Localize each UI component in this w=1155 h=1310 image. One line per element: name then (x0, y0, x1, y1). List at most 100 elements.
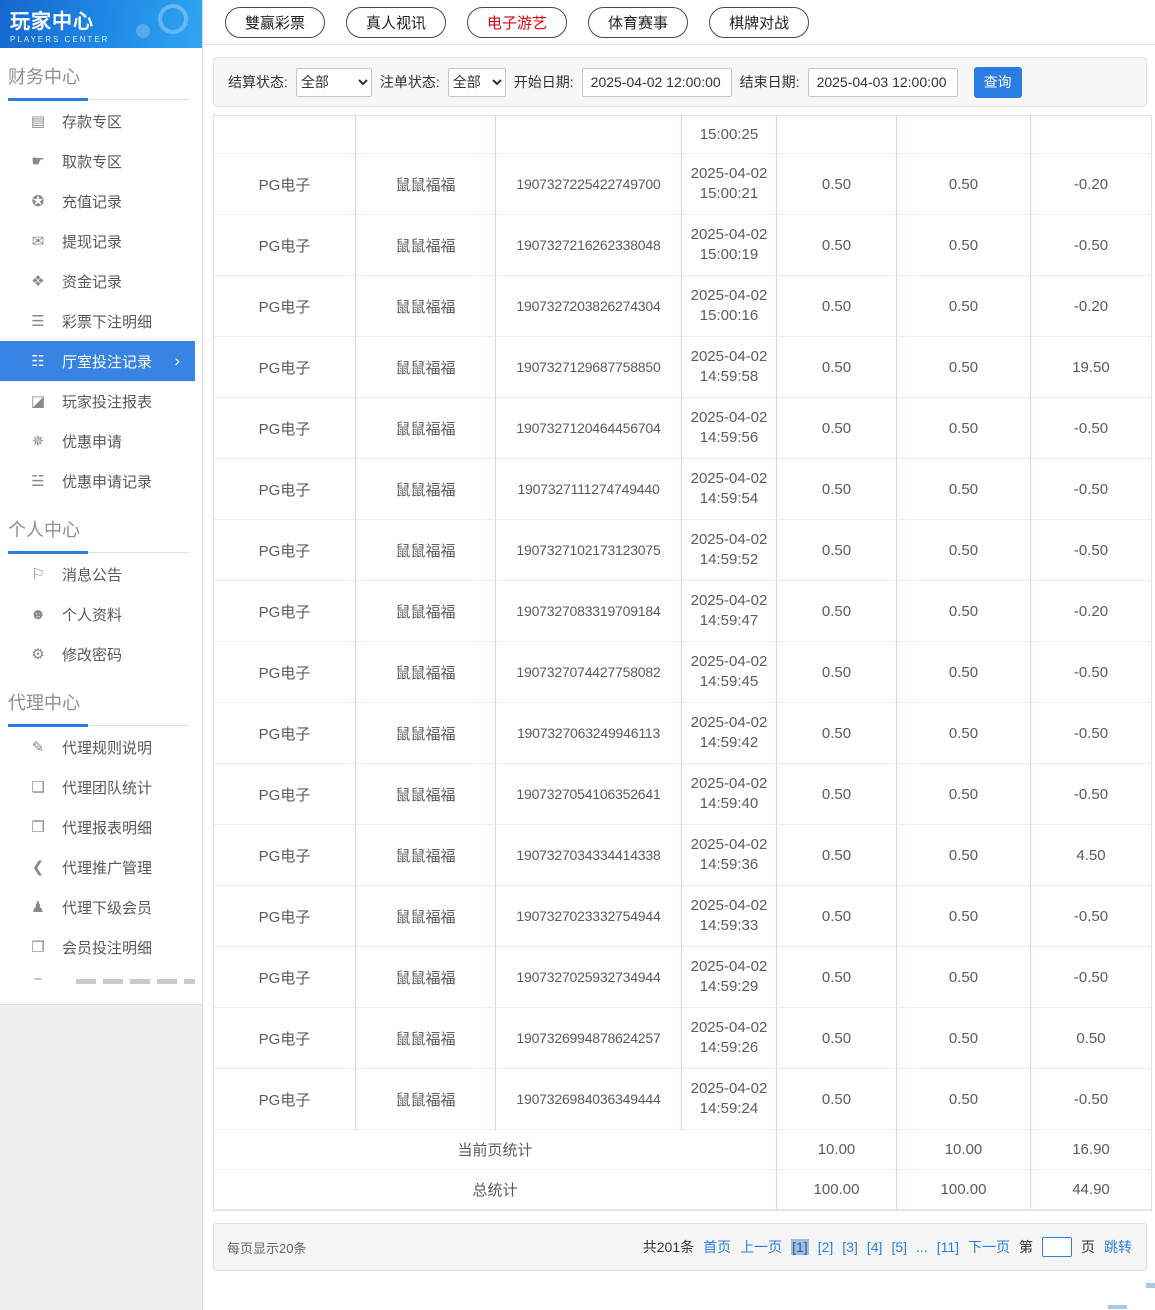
section-underline (8, 724, 192, 727)
logo-banner: 玩家中心 PLAYERS CENTER (0, 0, 202, 48)
logo-subtitle: PLAYERS CENTER (10, 35, 202, 44)
sidebar-item-row[interactable]: ☷ 厅室投注记录 › (0, 341, 195, 381)
jump-page-input[interactable] (1042, 1237, 1072, 1257)
withdraw-hand-icon: ☛ (28, 152, 48, 170)
time-text: 14:59:26 (700, 1038, 758, 1058)
clipboard-icon: ❒ (28, 938, 48, 956)
settle-status-select[interactable]: 全部 (296, 68, 372, 97)
sidebar-menu: 财务中心 财务中心 存款专区 (0, 48, 202, 1005)
sidebar-item-row[interactable]: ❒ 会员投注明细 (0, 927, 195, 967)
time-cell: 2025-04-02 14:59:40 (682, 764, 777, 825)
sidebar-item-row[interactable]: ⚙ 修改密码 (0, 634, 195, 674)
bet-amount-cell: 0.50 (777, 947, 897, 1008)
sidebar-item-label: 修改密码 (62, 644, 122, 665)
sidebar-item-label: 充值记录 (62, 191, 122, 212)
sidebar-item-row[interactable]: ✉ 提现记录 (0, 221, 195, 261)
tab-shuangying-lottery[interactable]: 雙赢彩票 (225, 7, 325, 38)
sidebar-item-row[interactable]: ❮ 代理推广管理 (0, 847, 195, 887)
date-text: 2025-04-02 (691, 652, 768, 672)
order-no-cell: 1907327025932734944 (496, 947, 682, 1008)
winloss-cell: -0.50 (1031, 947, 1151, 1008)
floating-widget-fragment (1108, 1305, 1127, 1309)
page-11-link[interactable]: [11] (937, 1239, 959, 1255)
sidebar-item-row[interactable]: ♟ 代理下级会员 (0, 887, 195, 927)
game-cell: 鼠鼠福福 (356, 1069, 496, 1130)
order-no-cell: 1907327074427758082 (496, 642, 682, 703)
valid-amount-cell: 0.50 (897, 947, 1031, 1008)
valid-amount-cell: 0.50 (897, 642, 1031, 703)
sidebar-item-row[interactable]: ❏ 代理团队统计 (0, 767, 195, 807)
valid-amount-cell: 0.50 (897, 520, 1031, 581)
sidebar-item-agent-promotion: 代理推广管理 ❮ 代理推广管理 (0, 847, 202, 887)
tab-live-video[interactable]: 真人视讯 (346, 7, 446, 38)
section-underline (8, 551, 192, 554)
page-1-link[interactable]: [1] (791, 1239, 809, 1255)
game-cell: 鼠鼠福福 (356, 947, 496, 1008)
platform-cell: PG电子 (214, 520, 356, 581)
sidebar-item-row[interactable]: ▤ 存款专区 (0, 101, 195, 141)
game-cell: 鼠鼠福福 (356, 398, 496, 459)
gamepad-decoration-icon (158, 4, 188, 34)
sidebar-item-label: 代理报表明细 (62, 817, 152, 838)
valid-amount-cell: 0.50 (897, 215, 1031, 276)
pagination-controls: 共201条 首页 上一页 [1] [2] [3] [4] [5] ... (643, 1237, 1132, 1257)
page-next-link[interactable]: 下一页 (968, 1237, 1010, 1257)
page-4-link[interactable]: [4] (867, 1239, 883, 1255)
sidebar-item-row[interactable]: ✵ 优惠申请 (0, 421, 195, 461)
game-cell: 鼠鼠福福 (356, 642, 496, 703)
time-text: 14:59:36 (700, 855, 758, 875)
valid-amount-cell (897, 116, 1031, 154)
settle-status-label: 结算状态: (228, 72, 288, 92)
tab-electronic-games[interactable]: 电子游艺 (467, 7, 567, 38)
platform-cell: PG电子 (214, 947, 356, 1008)
summary-label-cell: 总统计 (214, 1170, 777, 1210)
date-text: 2025-04-02 (691, 286, 768, 306)
start-date-input[interactable] (582, 68, 732, 97)
summary-winloss-cell: 16.90 (1031, 1130, 1151, 1170)
sidebar-item-withdrawal-record: 提现记录 ✉ 提现记录 (0, 221, 202, 261)
page-5-link[interactable]: [5] (891, 1239, 907, 1255)
sidebar-item-row[interactable]: ☛ 取款专区 (0, 141, 195, 181)
bet-amount-cell: 0.50 (777, 1008, 897, 1069)
page-prev-link[interactable]: 上一页 (740, 1237, 782, 1257)
summary-valid-cell: 10.00 (897, 1130, 1031, 1170)
sidebar-item-row[interactable]: ▬ (0, 967, 195, 997)
sidebar-item-deposit: 存款专区 ▤ 存款专区 (0, 101, 202, 141)
game-cell: 鼠鼠福福 (356, 764, 496, 825)
section-title: 个人中心 (8, 516, 192, 542)
tab-chess-cards[interactable]: 棋牌对战 (709, 7, 809, 38)
time-text: 14:59:58 (700, 367, 758, 387)
deposit-card-icon: ▤ (28, 112, 48, 130)
sidebar-item-row[interactable]: ❐ 代理报表明细 (0, 807, 195, 847)
platform-cell: PG电子 (214, 886, 356, 947)
sidebar-item-label: 取款专区 (62, 151, 122, 172)
sidebar-item-row[interactable]: ✪ 充值记录 (0, 181, 195, 221)
time-text: 14:59:42 (700, 733, 758, 753)
order-no-cell: 1907326984036349444 (496, 1069, 682, 1130)
platform-cell: PG电子 (214, 642, 356, 703)
coin-icon: ❖ (28, 272, 48, 290)
page-2-link[interactable]: [2] (818, 1239, 834, 1255)
time-text: 15:00:21 (700, 184, 758, 204)
query-button[interactable]: 查询 (974, 67, 1022, 98)
page-first-link[interactable]: 首页 (703, 1237, 731, 1257)
order-status-select[interactable]: 全部 (448, 68, 506, 97)
sidebar-item-row[interactable]: ☱ 优惠申请记录 (0, 461, 195, 501)
jump-go-link[interactable]: 跳转 (1104, 1237, 1132, 1257)
tab-sports[interactable]: 体育赛事 (588, 7, 688, 38)
time-cell: 2025-04-02 14:59:45 (682, 642, 777, 703)
page-ellipsis[interactable]: ... (916, 1239, 928, 1255)
sidebar-item-row[interactable]: ⚐ 消息公告 (0, 554, 195, 594)
winloss-cell: 4.50 (1031, 825, 1151, 886)
sidebar-item-row[interactable]: ◪ 玩家投注报表 (0, 381, 195, 421)
game-cell: 鼠鼠福福 (356, 520, 496, 581)
sidebar-item-row[interactable]: ☰ 彩票下注明细 (0, 301, 195, 341)
sidebar-item-row[interactable]: ☻ 个人资料 (0, 594, 195, 634)
page-3-link[interactable]: [3] (842, 1239, 858, 1255)
platform-cell: PG电子 (214, 764, 356, 825)
end-date-input[interactable] (808, 68, 958, 97)
sidebar-item-row[interactable]: ❖ 资金记录 (0, 261, 195, 301)
sidebar-item-row[interactable]: ✎ 代理规则说明 (0, 727, 195, 767)
sidebar-item-label: 彩票下注明细 (62, 311, 152, 332)
order-no-cell: 1907327023332754944 (496, 886, 682, 947)
